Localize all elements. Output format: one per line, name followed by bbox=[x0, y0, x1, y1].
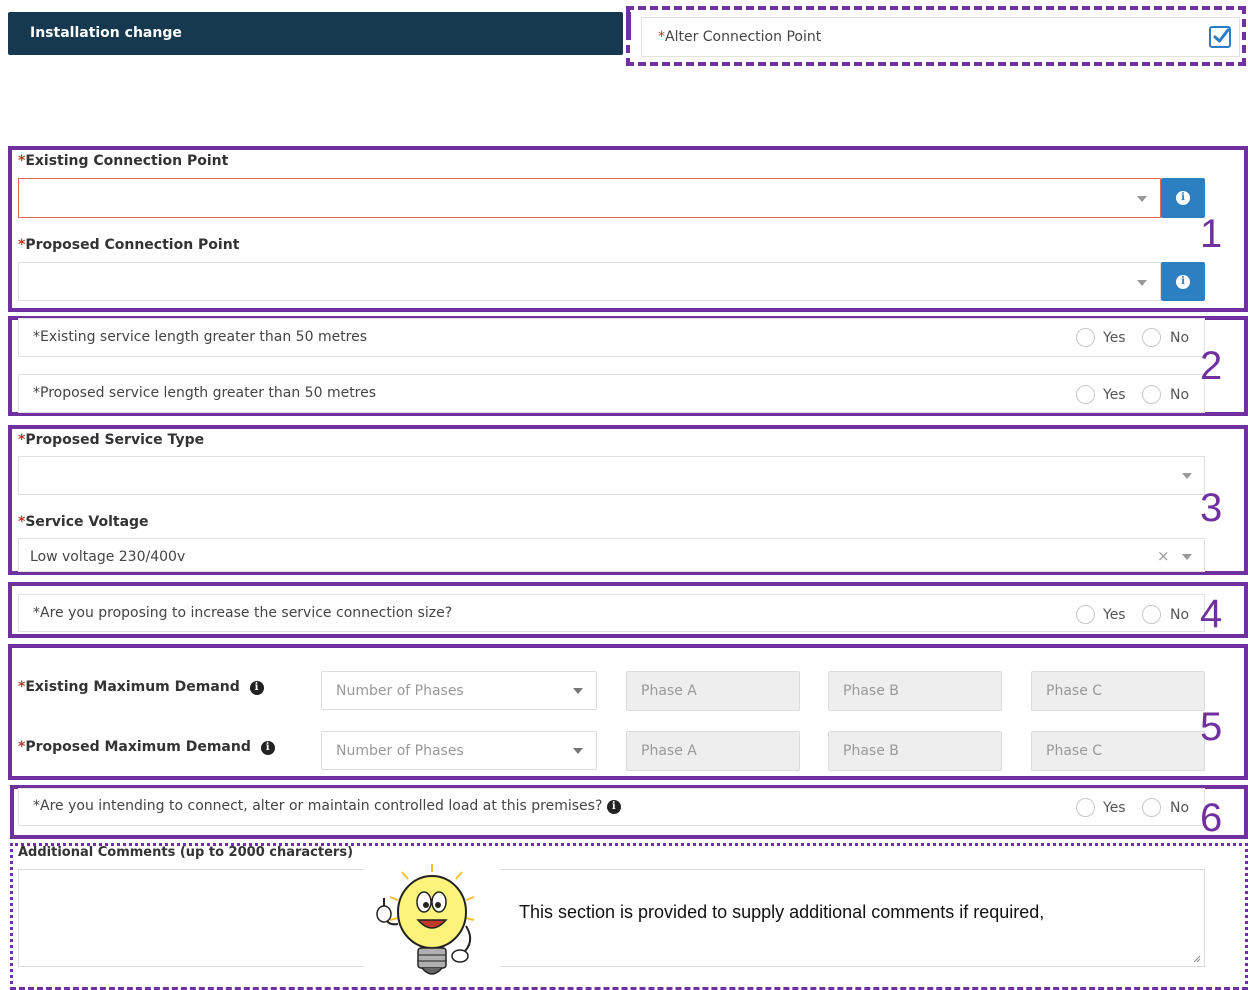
section-header-title: Installation change bbox=[30, 25, 182, 41]
service-type-label: *Proposed Service Type bbox=[18, 432, 205, 448]
service-voltage-value: Low voltage 230/400v bbox=[30, 549, 186, 565]
section-number-1: 1 bbox=[1200, 212, 1223, 256]
existing-service-length-row: *Existing service length greater than 50… bbox=[18, 318, 1205, 357]
no-label: No bbox=[1170, 387, 1190, 403]
info-icon[interactable]: i bbox=[260, 741, 275, 755]
no-label: No bbox=[1170, 330, 1190, 346]
proposed-length-no-radio[interactable] bbox=[1142, 385, 1161, 404]
existing-max-demand-label: *Existing Maximum Demand i bbox=[18, 679, 264, 695]
increase-no-radio[interactable] bbox=[1142, 605, 1161, 624]
chevron-down-icon bbox=[573, 688, 583, 694]
alter-connection-point-label: *Alter Connection Point bbox=[658, 29, 822, 45]
chevron-down-icon bbox=[573, 748, 583, 754]
increase-connection-question: *Are you proposing to increase the servi… bbox=[33, 605, 453, 621]
lightbulb-mascot-icon bbox=[364, 862, 500, 986]
section-number-3: 3 bbox=[1200, 486, 1223, 530]
increase-yes-radio[interactable] bbox=[1076, 605, 1095, 624]
proposed-max-demand-label: *Proposed Maximum Demand i bbox=[18, 739, 275, 755]
existing-connection-info-button[interactable]: i bbox=[1161, 178, 1205, 218]
yes-label: Yes bbox=[1103, 330, 1126, 346]
check-icon bbox=[1213, 28, 1230, 43]
yes-label: Yes bbox=[1103, 387, 1126, 403]
controlled-load-yes-radio[interactable] bbox=[1076, 798, 1095, 817]
existing-length-yes-radio[interactable] bbox=[1076, 328, 1095, 347]
existing-connection-label: *Existing Connection Point bbox=[18, 153, 229, 169]
alter-connection-point-checkbox[interactable] bbox=[1209, 26, 1231, 48]
existing-phase-c-input[interactable]: Phase C bbox=[1031, 671, 1205, 711]
resize-handle-icon[interactable] bbox=[1193, 955, 1201, 963]
highlight-marker bbox=[626, 12, 631, 40]
phase-a-placeholder: Phase A bbox=[641, 683, 697, 699]
info-icon[interactable]: i bbox=[249, 681, 264, 695]
no-label: No bbox=[1170, 607, 1190, 623]
service-type-select[interactable] bbox=[18, 456, 1205, 495]
existing-phase-a-input[interactable]: Phase A bbox=[626, 671, 800, 711]
comments-tip-text: This section is provided to supply addit… bbox=[519, 902, 1045, 922]
existing-length-no-radio[interactable] bbox=[1142, 328, 1161, 347]
proposed-connection-label: *Proposed Connection Point bbox=[18, 237, 240, 253]
no-label: No bbox=[1170, 800, 1190, 816]
existing-connection-select[interactable] bbox=[18, 178, 1161, 218]
controlled-load-question: *Are you intending to connect, alter or … bbox=[33, 798, 621, 814]
controlled-load-row: *Are you intending to connect, alter or … bbox=[18, 788, 1205, 826]
phase-c-placeholder: Phase C bbox=[1046, 683, 1103, 699]
info-icon[interactable]: i bbox=[606, 800, 621, 814]
proposed-connection-select[interactable] bbox=[18, 262, 1161, 301]
chevron-down-icon bbox=[1137, 196, 1147, 202]
section-number-6: 6 bbox=[1200, 796, 1223, 840]
chevron-down-icon bbox=[1182, 554, 1192, 560]
existing-phase-b-input[interactable]: Phase B bbox=[828, 671, 1002, 711]
yes-label: Yes bbox=[1103, 800, 1126, 816]
proposed-service-length-row: *Proposed service length greater than 50… bbox=[18, 374, 1205, 413]
controlled-load-no-radio[interactable] bbox=[1142, 798, 1161, 817]
chevron-down-icon bbox=[1182, 473, 1192, 479]
proposed-phase-c-input[interactable]: Phase C bbox=[1031, 731, 1205, 771]
chevron-down-icon bbox=[1137, 280, 1147, 286]
existing-phases-select[interactable]: Number of Phases bbox=[321, 671, 597, 710]
proposed-length-yes-radio[interactable] bbox=[1076, 385, 1095, 404]
phase-a-placeholder: Phase A bbox=[641, 743, 697, 759]
phase-c-placeholder: Phase C bbox=[1046, 743, 1103, 759]
phases-placeholder: Number of Phases bbox=[336, 743, 464, 759]
section-number-2: 2 bbox=[1200, 344, 1223, 388]
phase-b-placeholder: Phase B bbox=[843, 743, 899, 759]
proposed-phase-b-input[interactable]: Phase B bbox=[828, 731, 1002, 771]
alter-connection-point-field[interactable]: *Alter Connection Point bbox=[641, 17, 1240, 57]
service-voltage-select[interactable]: Low voltage 230/400v × bbox=[18, 538, 1205, 572]
proposed-connection-info-button[interactable]: i bbox=[1161, 262, 1205, 301]
section-number-4: 4 bbox=[1200, 592, 1223, 636]
yes-label: Yes bbox=[1103, 607, 1126, 623]
proposed-service-length-question: *Proposed service length greater than 50… bbox=[33, 385, 377, 401]
phases-placeholder: Number of Phases bbox=[336, 683, 464, 699]
proposed-phases-select[interactable]: Number of Phases bbox=[321, 731, 597, 770]
info-icon: i bbox=[1176, 191, 1190, 205]
existing-service-length-question: *Existing service length greater than 50… bbox=[33, 329, 368, 345]
section-header: Installation change bbox=[8, 12, 623, 55]
section-number-5: 5 bbox=[1200, 705, 1223, 749]
info-icon: i bbox=[1176, 275, 1190, 289]
proposed-phase-a-input[interactable]: Phase A bbox=[626, 731, 800, 771]
phase-b-placeholder: Phase B bbox=[843, 683, 899, 699]
increase-connection-row: *Are you proposing to increase the servi… bbox=[18, 594, 1205, 632]
service-voltage-label: *Service Voltage bbox=[18, 514, 149, 530]
clear-icon[interactable]: × bbox=[1157, 547, 1170, 565]
comments-label: Additional Comments (up to 2000 characte… bbox=[18, 845, 354, 860]
